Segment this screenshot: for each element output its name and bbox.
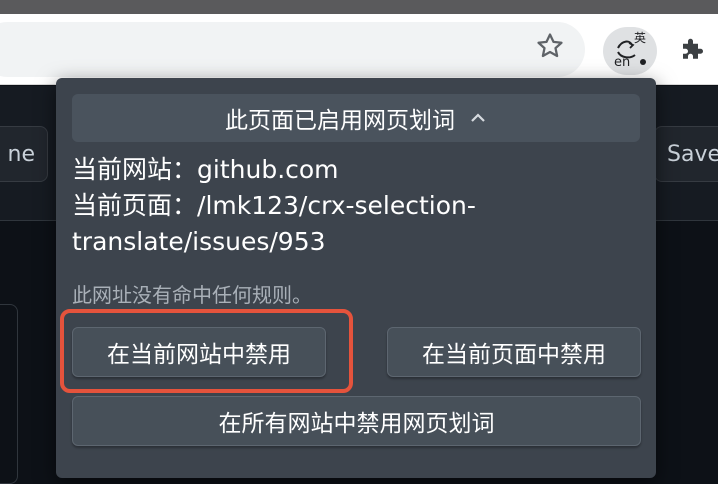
page-info: 当前网站：github.com 当前页面：/lmk123/crx-selecti… bbox=[72, 152, 632, 260]
puzzle-icon bbox=[683, 38, 703, 59]
current-page-value-2: translate/issues/953 bbox=[72, 227, 326, 256]
address-bar[interactable] bbox=[0, 22, 585, 77]
no-rule-message: 此网址没有命中任何规则。 bbox=[72, 283, 312, 307]
browser-toolbar: 英 en bbox=[0, 14, 718, 85]
popup-header-toggle[interactable]: 此页面已启用网页划词 bbox=[72, 94, 640, 142]
disable-page-label: 在当前页面中禁用 bbox=[422, 342, 606, 368]
page-save-button-label: Save bbox=[667, 141, 718, 167]
disable-page-button[interactable]: 在当前页面中禁用 bbox=[387, 327, 641, 377]
extension-popup: 此页面已启用网页划词 当前网站：github.com 当前页面：/lmk123/… bbox=[56, 78, 656, 478]
annotation-highlight-box bbox=[60, 309, 353, 393]
current-page-line-2: translate/issues/953 bbox=[72, 224, 632, 260]
window-title-strip bbox=[0, 0, 718, 14]
disable-all-label: 在所有网站中禁用网页划词 bbox=[218, 411, 495, 437]
page-side-panel bbox=[0, 304, 18, 484]
page-left-button[interactable]: ne bbox=[0, 126, 48, 182]
page-left-button-label: ne bbox=[7, 141, 35, 167]
extension-logo-bottom: en bbox=[614, 55, 630, 70]
disable-all-button[interactable]: 在所有网站中禁用网页划词 bbox=[72, 396, 641, 446]
current-page-line: 当前页面：/lmk123/crx-selection- bbox=[72, 188, 632, 224]
translate-icon[interactable]: 英 en bbox=[612, 28, 650, 70]
current-site-value: github.com bbox=[197, 155, 339, 184]
popup-header-title: 此页面已启用网页划词 bbox=[225, 108, 455, 134]
current-page-label: 当前页面： bbox=[72, 191, 198, 220]
page-save-button[interactable]: Save bbox=[654, 126, 718, 182]
extension-logo-top: 英 bbox=[634, 31, 646, 45]
bookmark-button[interactable] bbox=[532, 28, 568, 64]
star-icon bbox=[537, 33, 563, 58]
current-site-label: 当前网站： bbox=[72, 155, 198, 184]
current-page-value-1: /lmk123/crx-selection- bbox=[197, 191, 476, 220]
chevron-up-icon bbox=[469, 108, 487, 129]
current-site-line: 当前网站：github.com bbox=[72, 152, 632, 188]
extensions-menu-button[interactable] bbox=[672, 30, 714, 70]
